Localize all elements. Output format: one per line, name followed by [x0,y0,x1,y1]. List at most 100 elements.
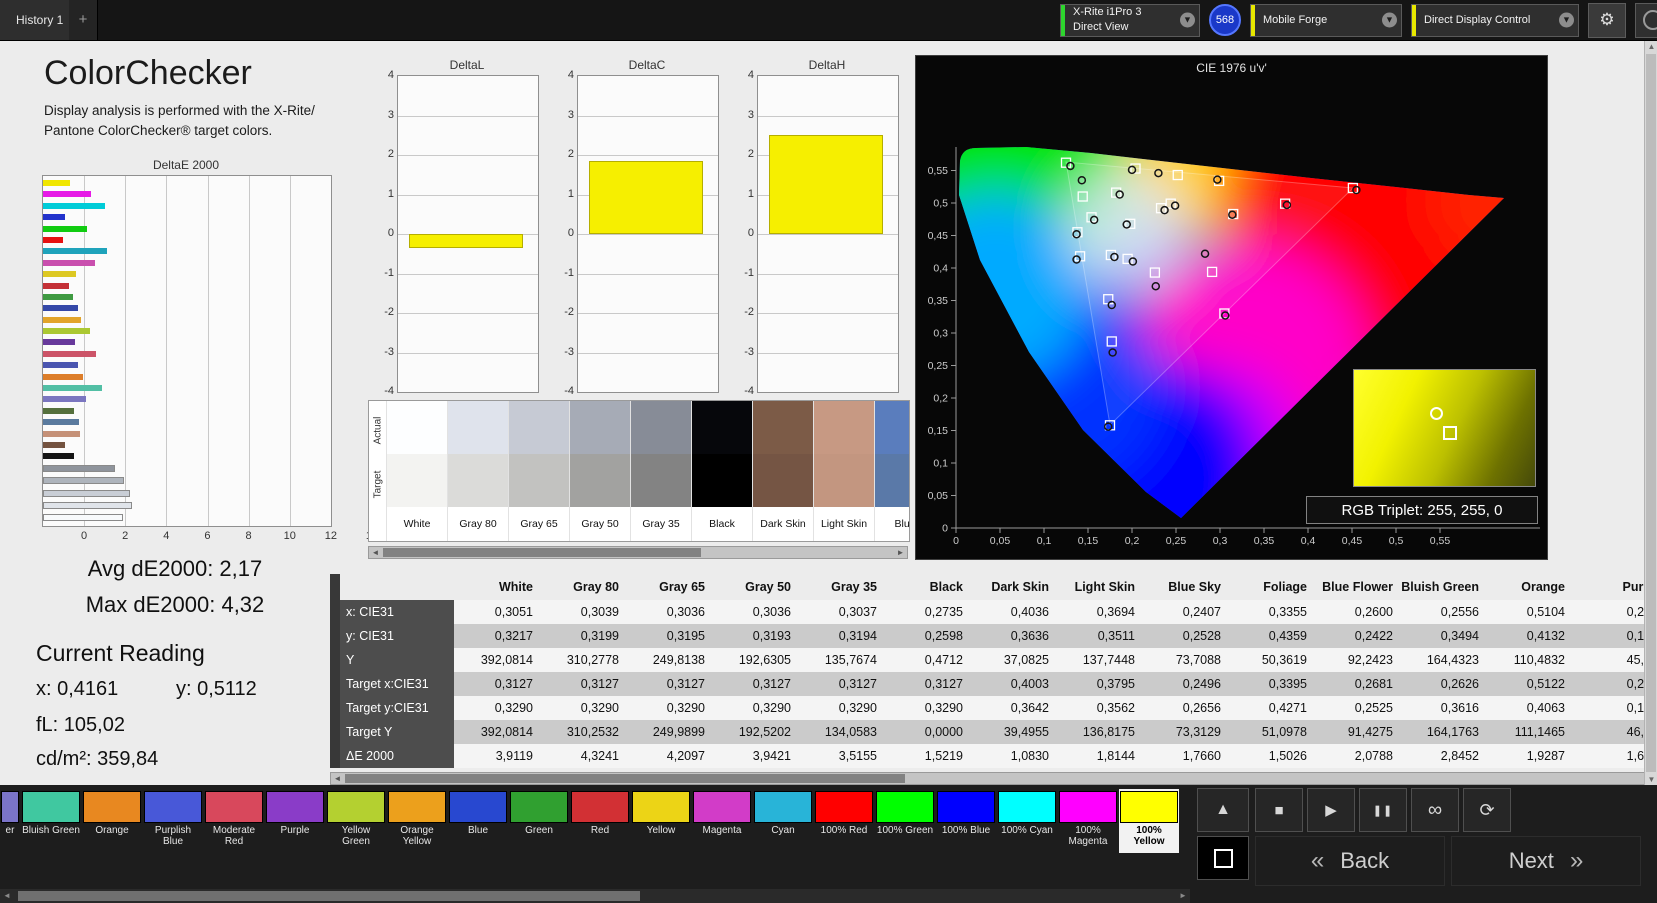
scrollbar-thumb[interactable] [345,774,905,783]
cie-x-tick-label: 0 [953,535,959,547]
table-cell: 1,9287 [1486,744,1572,768]
patch-button-100-yellow[interactable]: 100% Yellow [1119,789,1179,853]
pause-button[interactable]: ❚❚ [1359,788,1407,832]
source-dropdown[interactable]: Mobile Forge ▼ [1250,3,1402,37]
delta-y-tick-label: -2 [384,306,394,318]
table-cell: 0,3127 [454,672,540,696]
patch-label: 100% Cyan [1001,825,1053,836]
deltae-bar-yellow [43,271,76,278]
table-cell: 134,0583 [798,720,884,744]
patch-button-yellow[interactable]: Yellow [631,789,691,853]
patch-button-moderate-red[interactable]: Moderate Red [204,789,264,853]
patch-button-purplish-blue[interactable]: Purplish Blue [143,789,203,853]
table-row: ΔE 2000 3,9119 4,3241 4,2097 3,9421 3,5155 1,5… [330,744,1657,768]
patch-label: Purple [280,825,310,836]
swatch-target-color [570,454,630,507]
table-cell: 0,3290 [798,696,884,720]
deltae-bar-gray-50 [43,477,125,485]
patch-button-purple[interactable]: Purple [265,789,325,853]
patch-button-100-cyan[interactable]: 100% Cyan [997,789,1057,853]
patch-label: Magenta [702,825,742,836]
patch-color-swatch [632,791,690,823]
patch-button-100-green[interactable]: 100% Green [875,789,935,853]
scroll-left-icon[interactable]: ◄ [0,889,14,903]
patch-button-red[interactable]: Red [570,789,630,853]
scroll-left-icon[interactable]: ◄ [331,773,344,784]
display-window-button[interactable] [1197,836,1249,880]
table-row: Target y:CIE31 0,3290 0,3290 0,3290 0,3290 0,… [330,696,1657,720]
meter-dropdown[interactable]: X-Rite i1Pro 3 Direct View ▼ [1060,3,1200,37]
swatch-name-label: Gray 80 [459,518,497,530]
target-row-label: Target [372,470,384,499]
rgb-triplet-readout: RGB Triplet: 255, 255, 0 [1306,496,1538,524]
display-control-dropdown[interactable]: Direct Display Control ▼ [1411,3,1579,37]
scrollbar-thumb[interactable] [18,891,640,901]
expand-patches-button[interactable]: ▲ [1197,788,1249,832]
table-row-strip [330,624,340,648]
patch-button-magenta[interactable]: Magenta [692,789,752,853]
measured-point-marker [1430,407,1444,421]
clipped-toolbar-button[interactable] [1635,2,1657,38]
patch-button-yellow-green[interactable]: Yellow Green [326,789,386,853]
cie-x-tick-label: 0,2 [1125,535,1140,547]
settings-button[interactable]: ⚙ [1588,2,1626,38]
next-button[interactable]: Next » [1451,836,1641,886]
patch-button-green[interactable]: Green [509,789,569,853]
scrollbar-thumb[interactable] [1646,54,1656,772]
patch-button-100-red[interactable]: 100% Red [814,789,874,853]
table-cell: 39,4955 [970,720,1056,744]
patch-button-er[interactable]: er [0,789,20,853]
table-cell: 0,3355 [1228,600,1314,624]
patch-button-cyan[interactable]: Cyan [753,789,813,853]
patch-button-bluish-green[interactable]: Bluish Green [21,789,81,853]
scroll-left-icon[interactable]: ◄ [369,547,382,558]
delta-gridline [758,234,898,235]
target-point-marker [1442,425,1457,440]
delta-y-tick-label: 1 [747,187,754,200]
main-vertical-scrollbar[interactable]: ▲ ▼ [1644,41,1657,786]
delta-y-tick-label: 0 [567,227,574,239]
cie-y-tick-label: 0,15 [928,425,949,437]
table-scrollbar[interactable]: ◄ ► [330,772,1657,785]
delta-y-tick-label: 4 [567,69,574,81]
table-cell: 0,4036 [970,600,1056,624]
continuous-measure-button[interactable]: ∞ [1411,788,1459,832]
patch-button-100-magenta[interactable]: 100% Magenta [1058,789,1118,853]
chevron-down-icon: ▼ [1180,12,1195,28]
stop-button[interactable]: ■ [1255,788,1303,832]
swatch-white: White [386,401,447,541]
patch-label: Blue [467,825,488,836]
table-row: y: CIE31 0,3217 0,3199 0,3195 0,3193 0,3194 0,… [330,624,1657,648]
table-cell: 0,2528 [1142,624,1228,648]
patch-button-orange[interactable]: Orange [82,789,142,853]
add-tab-button[interactable]: + [69,0,98,40]
refresh-button[interactable]: ⟳ [1463,788,1511,832]
table-cell: 0,5122 [1486,672,1572,696]
deltae2000-x-tick-label: 6 [204,530,211,542]
back-button[interactable]: « Back [1255,836,1445,886]
chevron-down-icon: ▼ [1382,12,1397,28]
swatch-target-color [753,454,813,507]
delta-chart-title: DeltaH [808,58,846,72]
patch-bar-scrollbar[interactable]: ◄ ► [0,889,1190,903]
scroll-up-icon[interactable]: ▲ [1645,41,1657,53]
scrollbar-thumb[interactable] [383,548,701,557]
table-cell: 0,2656 [1142,696,1228,720]
scroll-right-icon[interactable]: ► [1176,889,1190,903]
deltae-bar-moderate-red [43,350,97,357]
patch-label: Moderate Red [212,825,256,847]
table-cell: 73,3129 [1142,720,1228,744]
table-cell: 0,4063 [1486,696,1572,720]
play-button[interactable]: ▶ [1307,788,1355,832]
table-cell: 0,3051 [454,600,540,624]
patch-button-100-blue[interactable]: 100% Blue [936,789,996,853]
table-row-strip [330,648,340,672]
swatch-strip-scrollbar[interactable]: ◄ ► [368,546,908,559]
scroll-right-icon[interactable]: ► [894,547,907,558]
max-de2000-reading: Max dE2000: 4,32 [85,592,265,617]
patch-button-orange-yellow[interactable]: Orange Yellow [387,789,447,853]
patch-button-blue[interactable]: Blue [448,789,508,853]
deltae-bar-magenta [43,259,96,266]
table-row: Target Y 392,0814 310,2532 249,9899 192,5202… [330,720,1657,744]
nav-buttons: « Back Next » [1255,836,1641,886]
